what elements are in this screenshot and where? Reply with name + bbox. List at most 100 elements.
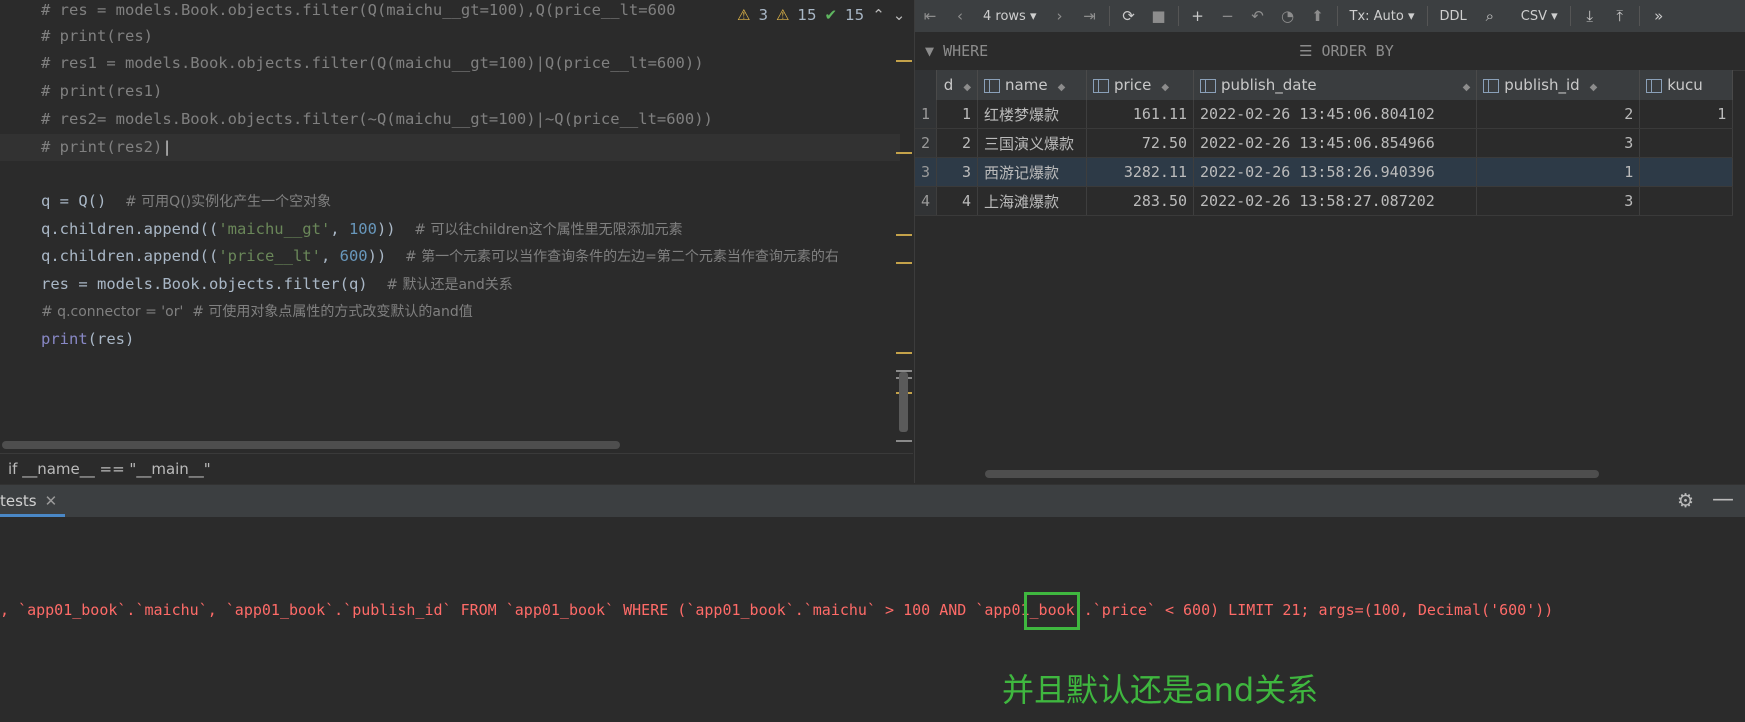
tx-mode-selector[interactable]: Tx: Auto ▾	[1342, 9, 1423, 24]
cell-id[interactable]: 3	[936, 157, 979, 187]
cell-kucun[interactable]	[1639, 157, 1734, 187]
inspection-badges[interactable]: ⚠ 3 ⚠ 15 ✔ 15 ⌃ ⌄	[733, 4, 906, 26]
gutter-marker[interactable]	[896, 440, 912, 442]
cell-id[interactable]: 4	[936, 186, 979, 216]
code-line-4[interactable]: # print(res1)	[41, 78, 162, 104]
column-header-id[interactable]: d ◆	[936, 70, 979, 100]
breadcrumb[interactable]: if __name__ == "__main__"	[0, 453, 913, 483]
code-line-5[interactable]: # res2= models.Book.objects.filter(~Q(ma…	[41, 106, 713, 132]
cell-id[interactable]: 2	[936, 128, 979, 158]
cell-publish-id[interactable]: 1	[1476, 157, 1641, 187]
cell-kucun[interactable]	[1639, 186, 1734, 216]
gutter-marker[interactable]	[896, 234, 912, 236]
gutter-marker[interactable]	[896, 262, 912, 264]
ddl-button[interactable]: DDL	[1432, 9, 1475, 24]
order-by-filter[interactable]: ☰ ORDER BY	[1299, 42, 1394, 60]
cell-name[interactable]: 西游记爆款	[977, 157, 1088, 187]
cell-price[interactable]: 283.50	[1086, 186, 1195, 216]
code-line-11[interactable]: # q.connector = 'or' # 可使用对象点属性的方式改变默认的a…	[41, 298, 473, 324]
more-icon[interactable]: »	[1644, 7, 1674, 25]
minimize-icon[interactable]: —	[1712, 487, 1734, 512]
column-header-kucun[interactable]: kucu	[1639, 70, 1734, 100]
column-header-publish-id[interactable]: publish_id ◆	[1476, 70, 1641, 100]
upload-icon[interactable]: ⤒	[1605, 7, 1635, 25]
code-line-8[interactable]: q.children.append(('maichu__gt', 100)) #…	[41, 216, 683, 242]
code-editor[interactable]: # res = models.Book.objects.filter(Q(mai…	[0, 0, 913, 451]
table-row[interactable]: 4 4 上海滩爆款 283.50 2022-02-26 13:58:27.087…	[915, 186, 1734, 216]
column-icon	[1646, 78, 1663, 93]
where-filter[interactable]: ▼ WHERE	[925, 42, 988, 60]
cell-kucun[interactable]	[1639, 128, 1734, 158]
submit-icon[interactable]: ⬆	[1303, 7, 1333, 25]
editor-vertical-scrollbar[interactable]	[899, 372, 908, 432]
preview-icon[interactable]: ◔	[1273, 7, 1303, 25]
table-row[interactable]: 1 1 红楼梦爆款 161.11 2022-02-26 13:45:06.804…	[915, 100, 1734, 129]
table-row[interactable]: 3 3 西游记爆款 3282.11 2022-02-26 13:58:26.94…	[915, 157, 1734, 187]
cell-name[interactable]: 三国演义爆款	[977, 128, 1088, 158]
revert-icon[interactable]: ↶	[1243, 7, 1273, 25]
cell-publish-id[interactable]: 3	[1476, 128, 1641, 158]
table-row[interactable]: 2 2 三国演义爆款 72.50 2022-02-26 13:45:06.854…	[915, 128, 1734, 158]
add-row-icon[interactable]: +	[1183, 7, 1213, 25]
sort-arrows-icon[interactable]: ◆	[1058, 82, 1066, 93]
chevron-up-icon[interactable]: ⌃	[872, 6, 885, 24]
column-icon	[1200, 78, 1217, 93]
code-line-3[interactable]: # res1 = models.Book.objects.filter(Q(ma…	[41, 50, 704, 76]
prev-page-icon[interactable]: ‹	[945, 7, 975, 25]
gutter-marker[interactable]	[896, 352, 912, 354]
export-format-selector[interactable]: CSV ▾	[1513, 9, 1566, 24]
sort-arrows-icon[interactable]: ◆	[963, 82, 971, 93]
download-icon[interactable]: ⤓	[1575, 7, 1605, 25]
code-line-9[interactable]: q.children.append(('price__lt', 600)) # …	[41, 243, 839, 269]
cell-name[interactable]: 上海滩爆款	[977, 186, 1088, 216]
header-row: d ◆ name ◆ price ◆ publish_date ◆ publish_id…	[915, 70, 1734, 100]
run-console[interactable]: , `app01_book`.`maichu`, `app01_book`.`p…	[0, 517, 1745, 722]
close-icon[interactable]: ✕	[45, 492, 58, 510]
row-number[interactable]: 3	[915, 157, 938, 187]
rows-selector[interactable]: 4 rows ▾	[975, 9, 1045, 24]
sort-arrows-icon[interactable]: ◆	[1463, 82, 1471, 93]
row-number[interactable]: 4	[915, 186, 938, 216]
toolbar-divider	[1569, 6, 1571, 26]
search-icon[interactable]: ⌕	[1475, 7, 1505, 25]
column-header-publish-date[interactable]: publish_date ◆	[1193, 70, 1478, 100]
cell-publish-id[interactable]: 2	[1476, 100, 1641, 129]
row-number[interactable]: 2	[915, 128, 938, 158]
code-line-6[interactable]: # print(res2)|	[41, 134, 172, 160]
refresh-icon[interactable]: ⟳	[1114, 7, 1144, 25]
cell-price[interactable]: 72.50	[1086, 128, 1195, 158]
column-header-name[interactable]: name ◆	[977, 70, 1088, 100]
code-line-7[interactable]: q = Q() # 可用Q()实例化产生一个空对象	[41, 188, 331, 214]
cell-publish-date[interactable]: 2022-02-26 13:58:26.940396	[1193, 157, 1478, 187]
code-line-10[interactable]: res = models.Book.objects.filter(q) # 默认…	[41, 271, 513, 297]
grid-horizontal-scrollbar[interactable]	[985, 470, 1599, 478]
cell-publish-date[interactable]: 2022-02-26 13:45:06.854966	[1193, 128, 1478, 158]
editor-horizontal-scrollbar[interactable]	[2, 441, 620, 449]
gutter-marker[interactable]	[896, 60, 912, 62]
delete-row-icon[interactable]: −	[1213, 7, 1243, 25]
next-page-icon[interactable]: ›	[1045, 7, 1075, 25]
cell-id[interactable]: 1	[936, 100, 979, 129]
sort-arrows-icon[interactable]: ◆	[1161, 82, 1169, 93]
cell-publish-date[interactable]: 2022-02-26 13:45:06.804102	[1193, 100, 1478, 129]
toolbar-divider	[1336, 6, 1338, 26]
gutter-marker[interactable]	[896, 152, 912, 154]
code-line-2[interactable]: # print(res)	[41, 23, 153, 49]
cell-publish-date[interactable]: 2022-02-26 13:58:27.087202	[1193, 186, 1478, 216]
cell-publish-id[interactable]: 3	[1476, 186, 1641, 216]
first-page-icon[interactable]: ⇤	[915, 7, 945, 25]
gear-icon[interactable]: ⚙	[1677, 490, 1694, 512]
cell-name[interactable]: 红楼梦爆款	[977, 100, 1088, 129]
cell-kucun[interactable]: 1	[1639, 100, 1734, 129]
tab-tests[interactable]: tests ✕	[0, 485, 66, 517]
column-header-price[interactable]: price ◆	[1086, 70, 1195, 100]
last-page-icon[interactable]: ⇥	[1075, 7, 1105, 25]
code-line-1[interactable]: # res = models.Book.objects.filter(Q(mai…	[41, 0, 676, 23]
cell-price[interactable]: 161.11	[1086, 100, 1195, 129]
cell-price[interactable]: 3282.11	[1086, 157, 1195, 187]
row-number[interactable]: 1	[915, 100, 938, 129]
chevron-down-icon[interactable]: ⌄	[893, 6, 906, 24]
stop-icon[interactable]: ■	[1144, 7, 1174, 25]
code-line-12[interactable]: print(res)	[41, 326, 134, 352]
sort-arrows-icon[interactable]: ◆	[1590, 82, 1598, 93]
